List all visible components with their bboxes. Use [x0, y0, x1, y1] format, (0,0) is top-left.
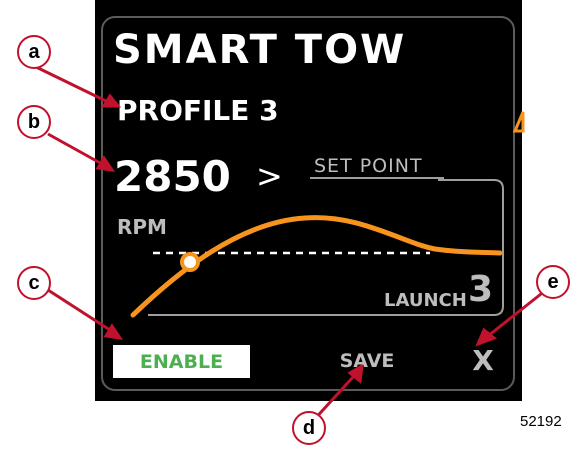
callout-d: d: [292, 411, 326, 445]
launch-value[interactable]: 3: [468, 270, 493, 310]
warning-icon: [512, 111, 525, 133]
launch-point-marker: [180, 252, 200, 272]
figure-id: 52192: [520, 413, 562, 430]
close-button[interactable]: X: [466, 342, 500, 378]
callout-e: e: [536, 265, 570, 299]
callout-c: c: [17, 266, 51, 300]
launch-graph: [33, 64, 547, 424]
launch-label: LAUNCH: [384, 290, 467, 311]
save-button[interactable]: SAVE: [327, 346, 407, 376]
enable-button[interactable]: ENABLE: [113, 345, 250, 378]
callout-a: a: [17, 35, 51, 69]
callout-b: b: [17, 105, 51, 139]
